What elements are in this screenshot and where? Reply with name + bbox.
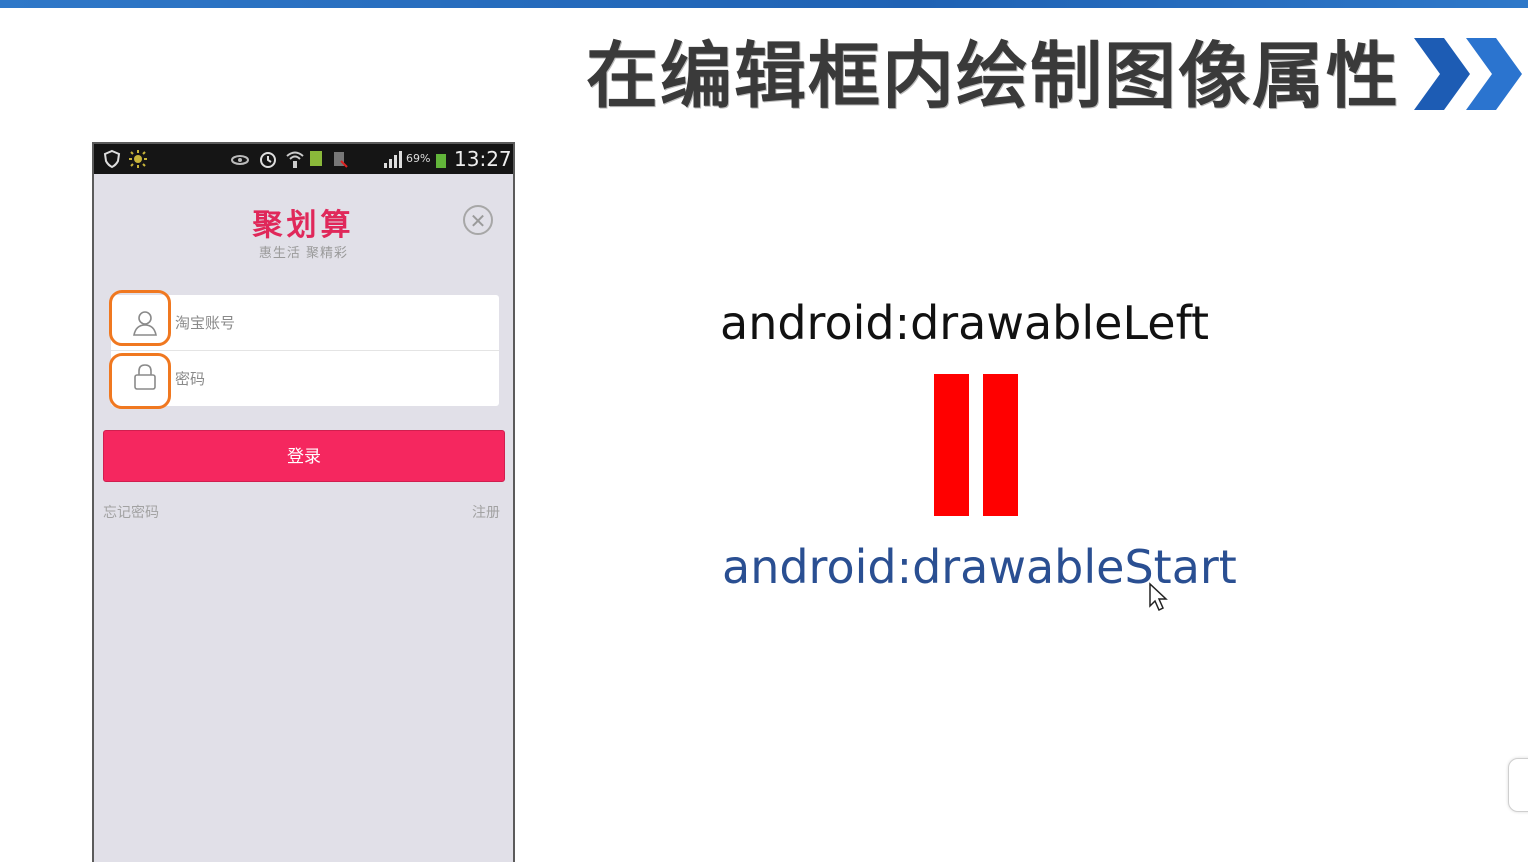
account-placeholder: 淘宝账号 [175,314,236,332]
register-link[interactable]: 注册 [472,502,500,522]
alarm-icon [260,152,276,168]
battery-percent: 69% [406,152,431,165]
equal-sign-bar-right [983,374,1018,516]
highlight-lock-icon [109,353,171,409]
password-placeholder: 密码 [175,370,206,388]
shield-icon [103,149,121,169]
signal-icon [384,151,402,168]
highlight-user-icon [109,290,171,346]
attr-drawable-left: android:drawableLeft [720,296,1209,350]
login-button[interactable]: 登录 [103,430,505,482]
status-bar: 69% 13:27 [94,144,513,174]
login-form: 淘宝账号 密码 [109,290,499,409]
wifi-icon [286,151,304,168]
close-icon: ✕ [469,209,487,233]
clock: 13:27 [454,147,512,171]
top-accent-bar [0,0,1528,8]
floating-panel-edge[interactable] [1508,758,1528,812]
equal-sign-bar-left [934,374,969,516]
close-button[interactable]: ✕ [463,205,493,235]
sim-icon [310,151,322,166]
slide-title: 在编辑框内绘制图像属性 [586,34,1401,118]
forgot-password-link[interactable]: 忘记密码 [103,502,159,522]
mouse-cursor-icon [1149,582,1168,612]
phone-screenshot: 69% 13:27 聚划算 惠生活 聚精彩 ✕ 淘宝账号 密码 登录 忘记密码 … [92,142,515,862]
battery-saver-icon [334,152,348,168]
brightness-icon [129,150,147,168]
app-logo: 聚划算 [252,208,355,243]
eye-icon [231,155,249,165]
app-slogan: 惠生活 聚精彩 [258,246,349,261]
battery-icon [436,154,446,168]
chevron-right-icon [1414,38,1522,110]
